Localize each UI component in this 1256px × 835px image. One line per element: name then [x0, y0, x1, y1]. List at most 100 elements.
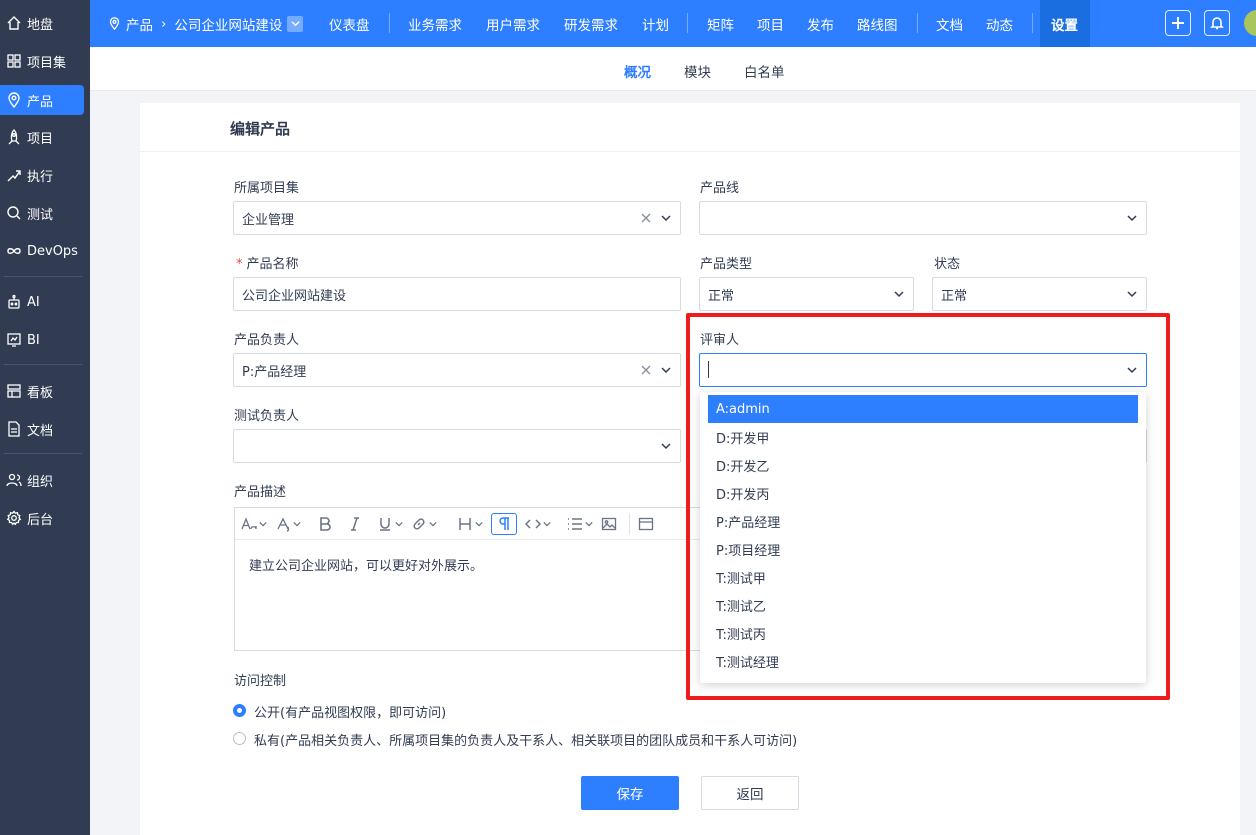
sidebar-item-doc[interactable]: 文档	[0, 414, 84, 444]
sidebar-item-execution[interactable]: 执行	[0, 160, 84, 190]
nav-user-requirements[interactable]: 用户需求	[486, 0, 540, 47]
acl-private-radio[interactable]	[233, 732, 246, 745]
breadcrumb-root[interactable]: 产品	[126, 14, 153, 34]
clear-icon[interactable]	[640, 212, 652, 224]
product-name-label: * 产品名称	[236, 253, 299, 272]
sidebar-item-org[interactable]: 组织	[0, 465, 84, 495]
sidebar-item-product[interactable]: 产品	[0, 85, 84, 115]
tab-module[interactable]: 模块	[684, 61, 711, 81]
acl-private-label[interactable]: 私有(产品相关负责人、所属项目集的负责人及干系人、相关联项目的团队成员和干系人可…	[254, 730, 797, 749]
save-button[interactable]: 保存	[581, 776, 679, 810]
sidebar-item-kanban[interactable]: 看板	[0, 376, 84, 406]
sidebar-item-project[interactable]: 项目	[0, 122, 84, 152]
notification-button[interactable]	[1204, 10, 1230, 36]
chevron-down-icon	[429, 521, 437, 526]
nav-dev-requirements[interactable]: 研发需求	[564, 0, 618, 47]
acl-open-label[interactable]: 公开(有产品视图权限，即可访问)	[254, 702, 446, 721]
font-size-button[interactable]	[241, 513, 267, 535]
product-line-select[interactable]	[699, 201, 1147, 235]
kanban-icon	[7, 384, 21, 398]
sidebar-item-label: 地盘	[27, 17, 54, 33]
sidebar-item-label: AI	[27, 294, 40, 310]
chevron-down-icon	[475, 521, 483, 526]
description-label: 产品描述	[234, 485, 287, 500]
nav-dashboard[interactable]: 仪表盘	[329, 0, 370, 47]
product-type-select[interactable]: 正常	[699, 277, 914, 311]
link-icon	[413, 517, 425, 530]
sidebar-item-label: 执行	[27, 169, 54, 185]
sidebar-item-admin[interactable]: 后台	[0, 503, 84, 533]
link-button[interactable]	[411, 513, 437, 535]
product-owner-select[interactable]: P:产品经理	[233, 353, 681, 387]
test-owner-select[interactable]	[233, 429, 681, 463]
clear-icon[interactable]	[640, 364, 652, 376]
heading-button[interactable]	[457, 513, 483, 535]
tab-overview[interactable]: 概况	[624, 61, 651, 81]
paragraph-button[interactable]	[491, 512, 517, 535]
product-name-label-text: 产品名称	[246, 257, 299, 272]
sidebar-item-dashboard[interactable]: 地盘	[0, 8, 84, 38]
list-button[interactable]	[567, 513, 593, 535]
code-button[interactable]	[525, 513, 551, 535]
underline-icon	[380, 517, 390, 531]
text-color-button[interactable]	[275, 513, 301, 535]
bold-button[interactable]	[317, 513, 333, 535]
nav-dynamic[interactable]: 动态	[986, 0, 1013, 47]
gear-icon	[6, 510, 22, 526]
description-content: 建立公司企业网站，可以更好对外展示。	[249, 559, 484, 574]
sidebar-item-label: 项目	[27, 131, 54, 147]
nav-doc[interactable]: 文档	[936, 0, 963, 47]
italic-button[interactable]	[347, 513, 363, 535]
product-owner-label: 产品负责人	[234, 333, 300, 348]
nav-plan[interactable]: 计划	[642, 0, 669, 47]
sidebar-item-bi[interactable]: BI	[0, 325, 84, 355]
table-icon	[638, 517, 654, 530]
description-editor[interactable]: 建立公司企业网站，可以更好对外展示。	[234, 507, 724, 651]
image-icon	[601, 517, 617, 530]
sidebar-item-label: 文档	[27, 423, 54, 439]
chevron-down-icon	[661, 443, 671, 450]
product-name-value: 公司企业网站建设	[242, 288, 347, 304]
acl-open-radio[interactable]	[233, 704, 246, 717]
paint-icon	[277, 517, 290, 532]
program-value: 企业管理	[242, 212, 295, 228]
avatar[interactable]	[1244, 10, 1256, 36]
chevron-down-icon	[293, 521, 301, 526]
product-line-label: 产品线	[700, 181, 740, 196]
nav-business-requirements[interactable]: 业务需求	[408, 0, 462, 47]
nav-matrix[interactable]: 矩阵	[707, 0, 734, 47]
create-button[interactable]	[1165, 10, 1191, 36]
sidebar-item-ai[interactable]: AI	[0, 287, 84, 317]
breadcrumb-current-product[interactable]: 公司企业网站建设	[174, 14, 282, 34]
sidebar-item-devops[interactable]: DevOps	[0, 236, 84, 266]
product-switcher-dropdown[interactable]	[287, 15, 304, 32]
underline-button[interactable]	[377, 513, 403, 535]
nav-divider	[687, 13, 688, 33]
program-select[interactable]: 企业管理	[233, 201, 681, 235]
sidebar-item-label: 看板	[27, 385, 54, 401]
code-icon	[525, 518, 541, 529]
sidebar-item-label: 后台	[27, 512, 54, 528]
product-owner-value: P:产品经理	[242, 364, 307, 380]
nav-roadmap[interactable]: 路线图	[857, 0, 898, 47]
sub-navigation: 概况 模块 白名单	[90, 47, 1256, 91]
image-button[interactable]	[601, 513, 617, 535]
nav-release[interactable]: 发布	[807, 0, 834, 47]
plus-icon	[1172, 17, 1184, 29]
sidebar-item-program[interactable]: 项目集	[0, 46, 84, 76]
back-button[interactable]: 返回	[701, 776, 799, 810]
heading-icon	[459, 517, 471, 530]
sidebar-item-test[interactable]: 测试	[0, 198, 84, 228]
nav-project[interactable]: 项目	[757, 0, 784, 47]
sidebar-item-label: DevOps	[27, 243, 78, 259]
sidebar-item-label: 项目集	[27, 55, 67, 71]
status-select[interactable]: 正常	[932, 277, 1147, 311]
product-name-input[interactable]: 公司企业网站建设	[233, 277, 681, 311]
chevron-down-icon	[259, 521, 267, 526]
sidebar-item-label: 产品	[27, 94, 54, 110]
test-owner-label: 测试负责人	[234, 409, 300, 424]
nav-settings[interactable]: 设置	[1051, 0, 1078, 47]
table-button[interactable]	[629, 512, 654, 535]
tab-whitelist[interactable]: 白名单	[744, 61, 785, 81]
sidebar-divider	[4, 276, 82, 277]
